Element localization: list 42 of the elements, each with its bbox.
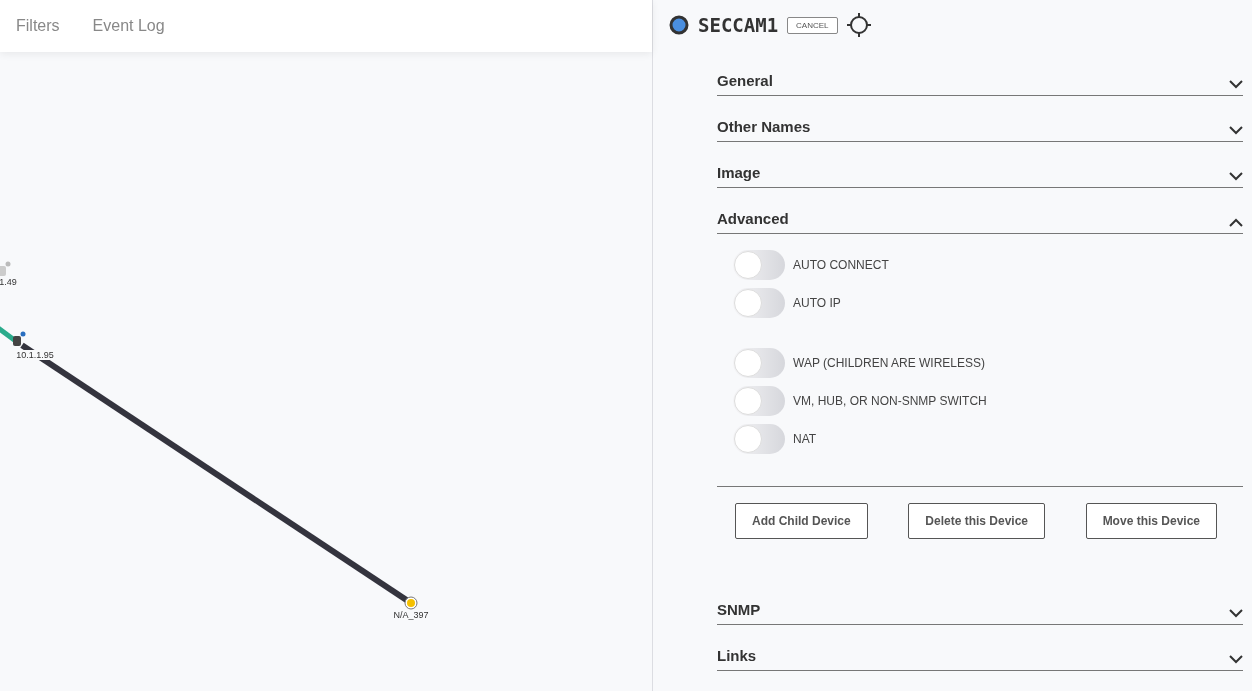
action-button[interactable]: Delete this Device bbox=[908, 503, 1045, 539]
toggle-label: NAT bbox=[793, 432, 817, 446]
toggle-label: VM, HUB, OR NON-SNMP SWITCH bbox=[793, 394, 987, 408]
toggle-switch[interactable] bbox=[733, 348, 785, 378]
crosshair-icon[interactable] bbox=[846, 13, 871, 37]
chevron-icon[interactable] bbox=[1229, 172, 1243, 181]
cancel-button[interactable]: CANCEL bbox=[787, 16, 838, 34]
toggle-label: WAP (CHILDREN ARE WIRELESS) bbox=[793, 356, 986, 370]
section-title: Advanced bbox=[717, 210, 789, 227]
node-label: 10.1.1.95 bbox=[16, 350, 54, 360]
node-label: 1.49 bbox=[0, 277, 17, 287]
section-header[interactable]: Links bbox=[717, 625, 1243, 671]
section-header[interactable]: Advanced bbox=[717, 188, 1243, 234]
device-name: SECCAM1 bbox=[698, 14, 779, 36]
section-title: Image bbox=[717, 164, 761, 181]
section-header[interactable]: Image bbox=[717, 142, 1243, 188]
action-button[interactable]: Move this Device bbox=[1085, 503, 1217, 539]
chevron-icon[interactable] bbox=[1229, 655, 1243, 664]
action-button[interactable]: Add Child Device bbox=[735, 503, 868, 539]
status-icon bbox=[669, 15, 689, 35]
toggle-switch[interactable] bbox=[733, 386, 785, 416]
nav-tab[interactable]: Event Log bbox=[92, 17, 165, 35]
nav-tab[interactable]: Filters bbox=[16, 17, 60, 35]
chevron-icon[interactable] bbox=[1229, 218, 1243, 227]
chevron-icon[interactable] bbox=[1229, 80, 1243, 89]
section-title: Links bbox=[717, 647, 757, 664]
section-header[interactable]: Other Names bbox=[717, 96, 1243, 142]
camera-icon[interactable] bbox=[13, 331, 26, 346]
node-label: N/A_397 bbox=[393, 610, 429, 620]
toggle-switch[interactable] bbox=[733, 424, 785, 454]
chevron-icon[interactable] bbox=[1229, 126, 1243, 135]
section-title: General bbox=[717, 72, 773, 89]
toggle-label: AUTO IP bbox=[793, 296, 841, 310]
toggle-label: AUTO CONNECT bbox=[793, 258, 889, 272]
section-title: Other Names bbox=[717, 118, 811, 135]
toggle-switch[interactable] bbox=[733, 250, 785, 280]
chevron-icon[interactable] bbox=[1229, 609, 1243, 618]
section-header[interactable]: SNMP bbox=[717, 579, 1243, 625]
node-icon[interactable] bbox=[404, 596, 418, 610]
section-title: SNMP bbox=[717, 601, 761, 618]
section-header[interactable]: General bbox=[717, 50, 1243, 96]
toggle-switch[interactable] bbox=[733, 288, 785, 318]
